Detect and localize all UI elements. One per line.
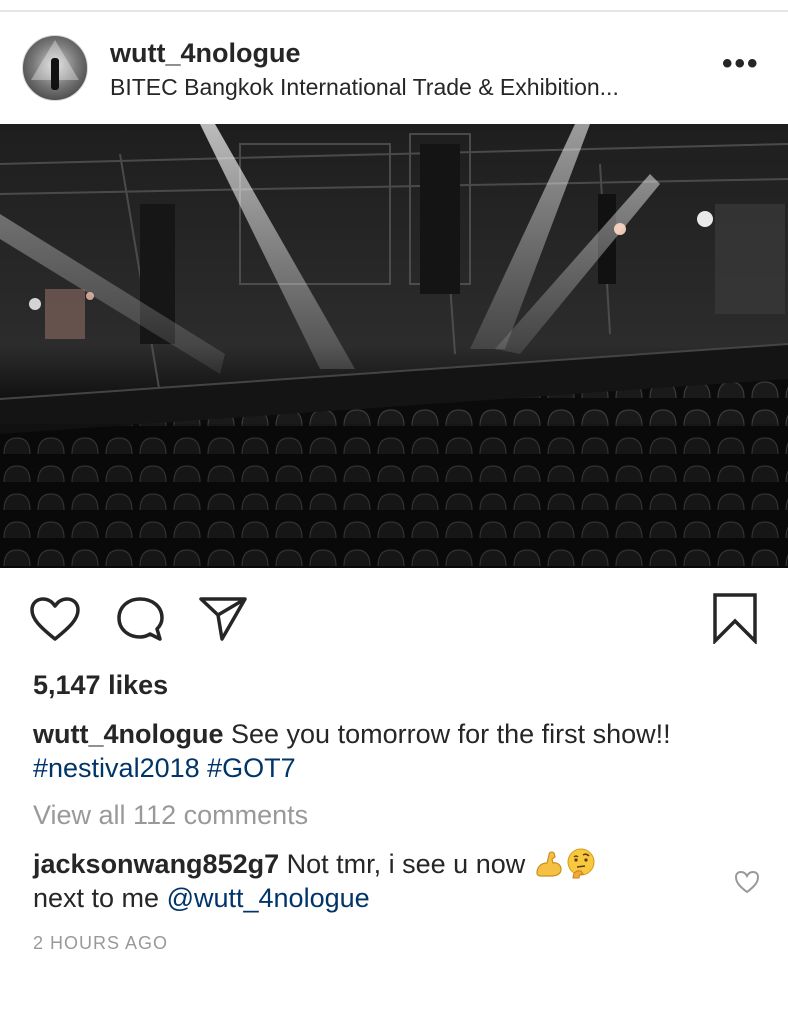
comment-username[interactable]: jacksonwang852g7 — [33, 849, 279, 879]
comment-text-continued: next to me — [33, 883, 167, 913]
caption-username[interactable]: wutt_4nologue — [33, 719, 224, 749]
heart-icon[interactable] — [30, 597, 80, 646]
thinking-face-icon — [565, 847, 597, 879]
bookmark-icon[interactable] — [712, 592, 758, 649]
comment-icon[interactable] — [116, 596, 166, 647]
post-header: wutt_4nologue BITEC Bangkok Internationa… — [0, 30, 788, 110]
post-location[interactable]: BITEC Bangkok International Trade & Exhi… — [110, 74, 619, 101]
post-caption: wutt_4nologue See you tomorrow for the f… — [33, 717, 773, 785]
post-photo[interactable] — [0, 124, 788, 568]
comment-text: Not tmr, i see u now — [279, 849, 533, 879]
more-options-icon[interactable]: ••• — [722, 49, 760, 79]
likes-count[interactable]: 5,147 likes — [33, 670, 168, 701]
post-timestamp: 2 HOURS AGO — [33, 933, 169, 953]
avatar[interactable] — [22, 35, 88, 101]
top-divider — [0, 10, 788, 12]
post-actions — [0, 590, 788, 650]
comment-item: jacksonwang852g7 Not tmr, i see u now ne… — [33, 847, 713, 915]
hashtag-link[interactable]: #nestival2018 — [33, 753, 200, 783]
avatar-figure — [51, 58, 59, 90]
comment-heart-icon[interactable] — [734, 870, 760, 899]
post-username[interactable]: wutt_4nologue — [110, 38, 301, 69]
caption-text: See you tomorrow for the first show!! — [223, 719, 671, 749]
flexed-biceps-icon — [533, 847, 565, 879]
view-all-comments-link[interactable]: View all 112 comments — [33, 800, 308, 831]
hashtag-link[interactable]: #GOT7 — [207, 753, 296, 783]
concert-hall-photo — [0, 124, 788, 568]
paper-plane-icon[interactable] — [198, 594, 248, 647]
mention-link[interactable]: @wutt_4nologue — [167, 883, 370, 913]
